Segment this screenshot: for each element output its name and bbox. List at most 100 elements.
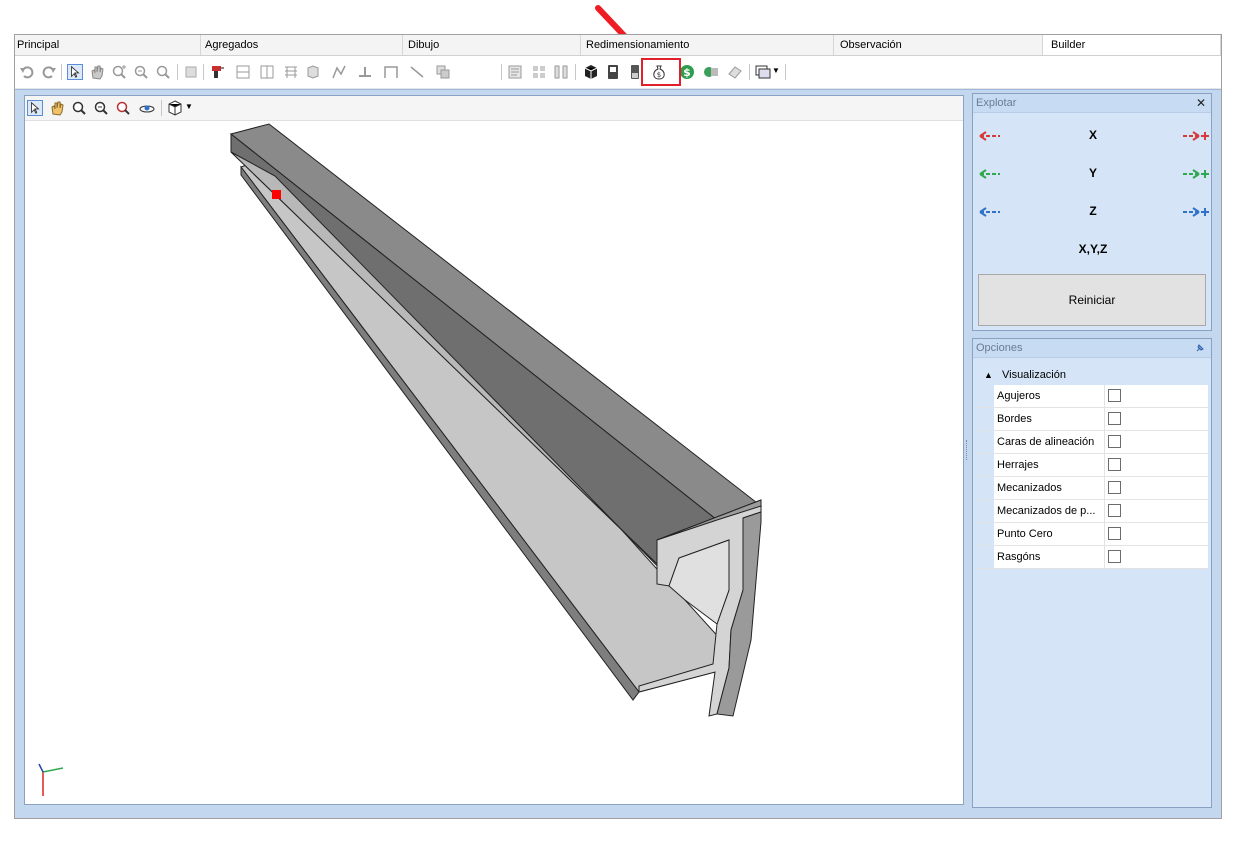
label-icon[interactable] [507, 64, 523, 80]
highlight-box [641, 58, 681, 86]
ribbon-tabs: Principal Agregados Dibujo Redimensionam… [15, 35, 1221, 56]
viewport-view-dropdown-icon[interactable]: ▼ [185, 102, 193, 111]
panel-front-icon[interactable] [605, 64, 621, 80]
undo-icon[interactable] [19, 64, 35, 80]
frame-icon[interactable] [383, 64, 399, 80]
explode-row-y: Y [973, 166, 1213, 186]
checkbox-mecanizados[interactable] [1108, 481, 1121, 494]
property-row: Herrajes [978, 454, 1208, 477]
viewport-orbit-icon[interactable] [139, 100, 155, 116]
viewport-select-icon[interactable] [27, 100, 43, 116]
profile-icon[interactable] [331, 64, 347, 80]
property-name: Mecanizados [994, 477, 1105, 499]
property-name: Rasgóns [994, 546, 1105, 568]
property-name: Mecanizados de p... [994, 500, 1105, 522]
checkbox-punto-cero[interactable] [1108, 527, 1121, 540]
viewport-zoom-window-icon[interactable] [71, 100, 87, 116]
grid-icon[interactable] [531, 64, 547, 80]
property-grid: ▲ Visualización Agujeros Bordes Caras de… [978, 365, 1208, 569]
shelves-icon[interactable] [283, 64, 299, 80]
close-icon[interactable]: ✕ [1196, 94, 1206, 112]
cost-dollar-icon[interactable]: $ [679, 64, 695, 80]
explode-row-z: Z [973, 204, 1213, 224]
copy-elements-icon[interactable] [435, 64, 451, 80]
line-icon[interactable] [409, 64, 425, 80]
explode-panel: Explotar ✕ X Y Z X,Y,Z Reiniciar [972, 93, 1212, 331]
3d-viewport[interactable]: ▼ [24, 95, 964, 805]
category-label: Visualización [1001, 369, 1066, 381]
property-row: Mecanizados de p... [978, 500, 1208, 523]
vertical-splitter[interactable] [966, 440, 970, 460]
explode-y-plus-icon[interactable] [1181, 168, 1209, 180]
pin-icon[interactable] [1194, 342, 1206, 354]
property-row: Rasgóns [978, 546, 1208, 569]
collapse-icon[interactable]: ▲ [984, 370, 993, 380]
viewport-pan-icon[interactable] [49, 100, 65, 116]
tab-principal[interactable]: Principal [15, 35, 201, 55]
category-visualizacion[interactable]: ▲ Visualización [978, 365, 1208, 385]
plinth-icon[interactable] [357, 64, 373, 80]
tab-redimensionamiento[interactable]: Redimensionamiento [581, 35, 834, 55]
viewport-zoom-out-icon[interactable] [93, 100, 109, 116]
reset-button[interactable]: Reiniciar [978, 274, 1206, 326]
select-pointer-icon[interactable] [67, 64, 83, 80]
checkbox-caras-alineacion[interactable] [1108, 435, 1121, 448]
explode-row-xyz[interactable]: X,Y,Z [973, 242, 1213, 262]
axis-triad-icon [38, 763, 64, 796]
eraser-icon[interactable] [727, 64, 743, 80]
work-area: ▼ Explotar ✕ X Y Z X,Y,Z Reiniciar Opcio… [15, 89, 1221, 818]
columns-icon[interactable] [553, 64, 569, 80]
vertical-division-icon[interactable] [259, 64, 275, 80]
zoom-out-icon[interactable] [133, 64, 149, 80]
property-name: Bordes [994, 408, 1105, 430]
property-row: Caras de alineación [978, 431, 1208, 454]
application-window: Principal Agregados Dibujo Redimensionam… [14, 34, 1222, 819]
checkbox-rasgons[interactable] [1108, 550, 1121, 563]
axis-label-x: X [1088, 128, 1097, 142]
dropdown-arrow-icon[interactable]: ▼ [772, 66, 780, 75]
drill-icon[interactable] [209, 64, 225, 80]
zoom-extents-icon[interactable] [155, 64, 171, 80]
options-panel: Opciones ▲ Visualización Agujeros Bordes… [972, 338, 1212, 808]
main-toolbar: $ $ ▼ [15, 56, 1221, 89]
cube-icon[interactable] [583, 64, 599, 80]
axis-label-y: Y [1088, 166, 1097, 180]
property-name: Punto Cero [994, 523, 1105, 545]
materials-icon[interactable] [703, 64, 719, 80]
axis-label-z: Z [1089, 204, 1097, 218]
explode-panel-title: Explotar [976, 97, 1017, 109]
explode-x-plus-icon[interactable] [1181, 130, 1209, 142]
redo-icon[interactable] [41, 64, 57, 80]
property-row: Mecanizados [978, 477, 1208, 500]
property-name: Herrajes [994, 454, 1105, 476]
property-name: Agujeros [994, 385, 1105, 407]
pan-hand-icon[interactable] [89, 64, 105, 80]
viewport-zoom-extents-icon[interactable] [115, 100, 131, 116]
view-box-icon[interactable] [183, 64, 199, 80]
explode-row-x: X [973, 128, 1213, 148]
checkbox-bordes[interactable] [1108, 412, 1121, 425]
axis-label-xyz[interactable]: X,Y,Z [973, 242, 1213, 256]
tab-dibujo[interactable]: Dibujo [403, 35, 581, 55]
options-panel-title: Opciones [976, 342, 1023, 354]
tab-builder[interactable]: Builder [1043, 35, 1221, 55]
checkbox-mecanizados-de-p[interactable] [1108, 504, 1121, 517]
window-layout-icon[interactable] [755, 64, 771, 80]
property-name: Caras de alineación [994, 431, 1105, 453]
property-row: Bordes [978, 408, 1208, 431]
checkbox-herrajes[interactable] [1108, 458, 1121, 471]
checkbox-agujeros[interactable] [1108, 389, 1121, 402]
tab-observacion[interactable]: Observación [834, 35, 1043, 55]
hardware-icon[interactable] [305, 64, 321, 80]
viewport-toolbar: ▼ [25, 96, 963, 121]
tab-agregados[interactable]: Agregados [201, 35, 403, 55]
zoom-window-icon[interactable] [111, 64, 127, 80]
svg-text:$: $ [683, 66, 691, 79]
origin-marker [272, 190, 281, 199]
viewport-view-cube-icon[interactable] [167, 100, 183, 116]
property-row: Punto Cero [978, 523, 1208, 546]
property-row: Agujeros [978, 385, 1208, 408]
explode-z-plus-icon[interactable] [1181, 206, 1209, 218]
horizontal-division-icon[interactable] [235, 64, 251, 80]
3d-profile-model [229, 123, 763, 717]
